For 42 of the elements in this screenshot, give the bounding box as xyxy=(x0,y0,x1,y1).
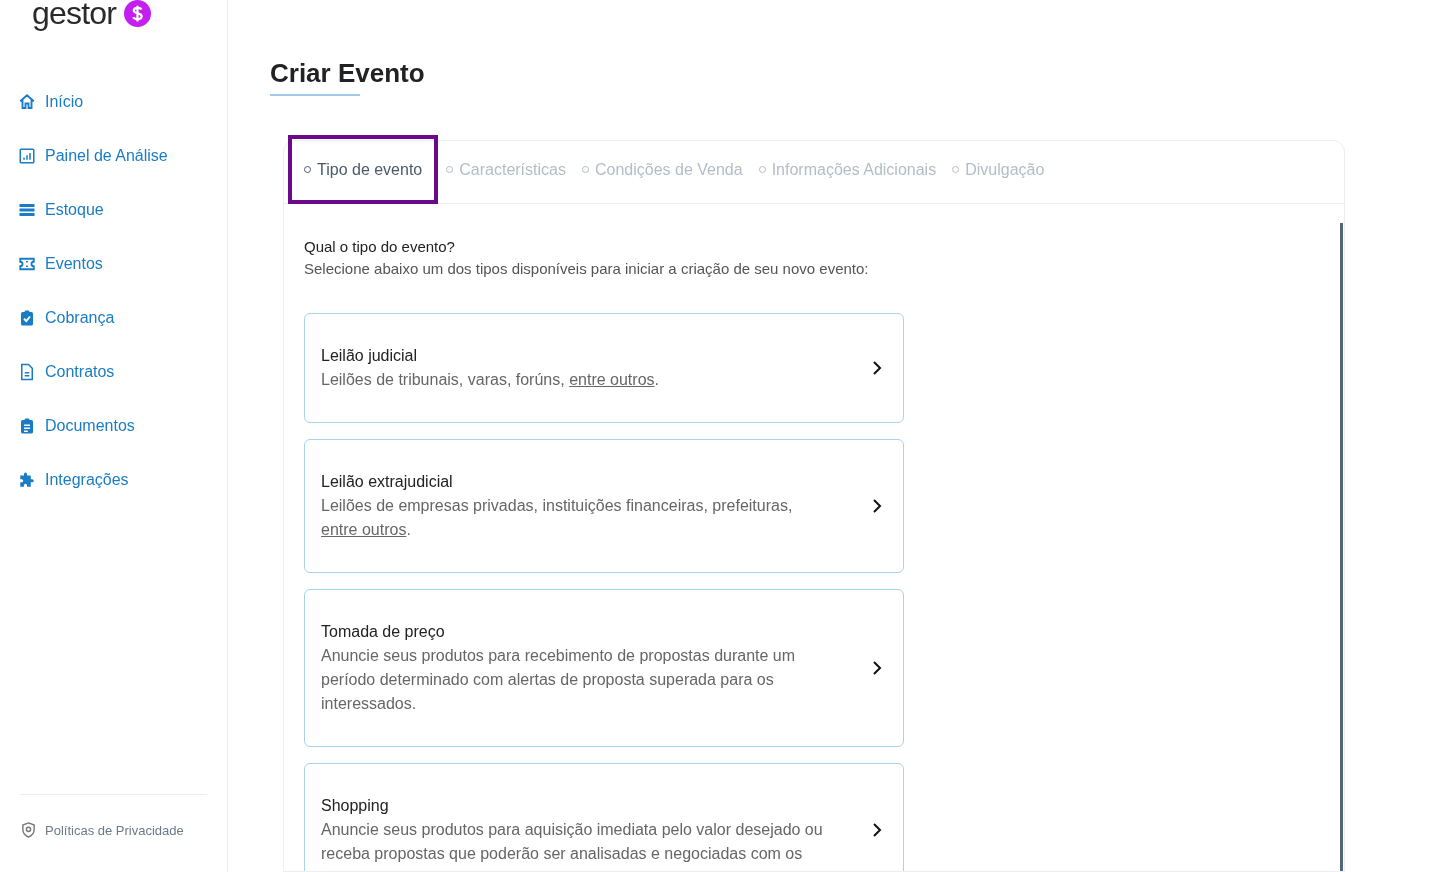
card-description: Anuncie seus produtos para recebimento de propostas durante um período determinado com alertas de proposta superada para os interessados. xyxy=(321,646,797,714)
chevron-right-icon xyxy=(871,661,883,675)
chevron-right-icon xyxy=(871,499,883,513)
document-icon xyxy=(18,363,36,381)
clipboard-check-icon xyxy=(18,309,36,327)
logo-text: gestor xyxy=(32,0,117,29)
sidebar-item[interactable]: Contratos xyxy=(18,361,227,383)
sidebar-item[interactable]: Integrações xyxy=(18,469,227,491)
event-type-card[interactable]: Leilão extrajudicial Leilões de empresas privadas, instituições financeiras, prefeituras, entre outros. xyxy=(304,439,904,573)
card-title: Leilão extrajudicial xyxy=(321,472,454,492)
sidebar-item[interactable]: Cobrança xyxy=(18,307,227,329)
privacy-link[interactable]: Políticas de Privacidade xyxy=(45,820,184,840)
card-title: Tomada de preço xyxy=(321,622,446,642)
more-link[interactable]: entre outros xyxy=(321,521,407,538)
sidebar-item[interactable]: Documentos xyxy=(18,415,227,437)
question-text: Qual o tipo do evento? xyxy=(304,237,456,257)
list-icon xyxy=(18,201,36,219)
card-title: Leilão judicial xyxy=(321,346,419,366)
event-type-card[interactable]: Shopping Anuncie seus produtos para aquisição imediata pelo valor desejado ou receba propostas que poderão ser analisadas e negociadas com os xyxy=(304,763,904,871)
card-description: Anuncie seus produtos para aquisição imediata pelo valor desejado ou receba propostas que poderão ser analisadas e negociadas com os xyxy=(321,820,824,864)
clipboard-icon xyxy=(18,417,36,435)
chevron-right-icon xyxy=(871,823,883,837)
sidebar-item[interactable]: Início xyxy=(18,91,227,113)
card-description: Leilões de empresas privadas, instituições financeiras, prefeituras, entre outros. xyxy=(321,496,794,540)
event-type-card[interactable]: Leilão judicial Leilões de tribunais, varas, forúns, entre outros. xyxy=(304,313,904,423)
instruction-text: Selecione abaixo um dos tipos disponíveis para iniciar a criação de seu novo evento: xyxy=(304,259,870,279)
puzzle-icon xyxy=(18,471,36,489)
chart-icon xyxy=(18,147,36,165)
sidebar-item[interactable]: Painel de Análise xyxy=(18,145,227,167)
ticket-icon xyxy=(18,255,36,273)
home-icon xyxy=(18,93,36,111)
sidebar-item[interactable]: Eventos xyxy=(18,253,227,275)
sidebar-item[interactable]: Estoque xyxy=(18,199,227,221)
shield-icon xyxy=(20,821,37,840)
card-description: Leilões de tribunais, varas, forúns, entre outros. xyxy=(321,370,660,390)
card-title: Shopping xyxy=(321,796,390,816)
event-type-card[interactable]: Tomada de preço Anuncie seus produtos para recebimento de propostas durante um período determinado com alertas de proposta superada para os interessados. xyxy=(304,589,904,747)
scrollbar[interactable] xyxy=(1340,223,1343,871)
page-title: Criar Evento xyxy=(270,57,425,90)
step-tab[interactable]: Tipo de evento xyxy=(288,135,439,204)
more-link[interactable]: entre outros xyxy=(569,371,655,388)
chevron-right-icon xyxy=(871,361,883,375)
